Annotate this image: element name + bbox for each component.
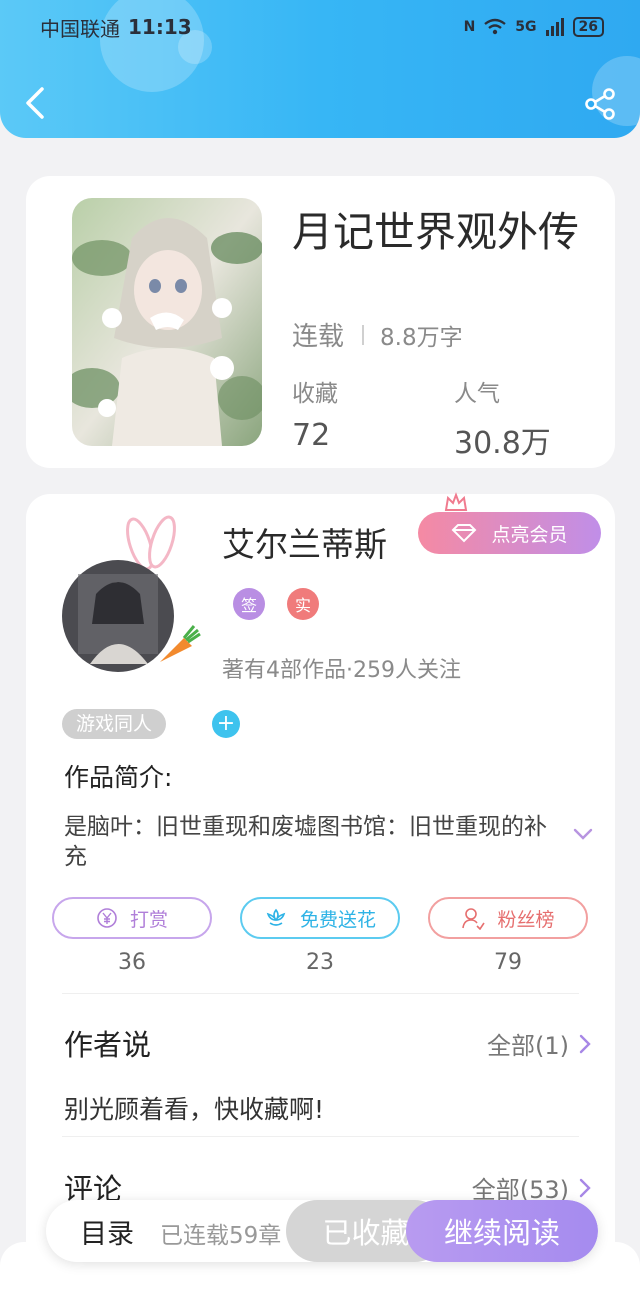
flower-icon [266, 908, 286, 926]
author-card: 艾尔兰蒂斯 点亮会员 签 实 著有4部作品·259人关注 游戏同人 + 作品简介… [26, 492, 615, 1307]
genre-tag[interactable]: 游戏同人 [62, 709, 167, 739]
divider [362, 324, 365, 345]
fans-ranking-button[interactable]: 粉丝榜 [428, 897, 588, 939]
intro-title: 作品简介: [64, 763, 173, 792]
back-icon[interactable] [22, 86, 52, 120]
author-says-title: 作者说 [64, 1028, 152, 1062]
author-says-text: 别光顾着看，快收藏啊! [64, 1095, 325, 1124]
chevron-right-icon [579, 1178, 591, 1197]
fans-count: 79 [494, 950, 522, 975]
status-icons: N 5G 26 [464, 17, 604, 37]
flower-count: 23 [306, 950, 334, 975]
tip-label: 打赏 [129, 908, 168, 931]
add-tag-button[interactable]: + [212, 710, 240, 738]
favorites-count: 72 [292, 418, 331, 453]
share-icon[interactable] [583, 88, 617, 120]
continue-reading-button[interactable]: 继续阅读 [406, 1200, 598, 1262]
wifi-icon [484, 18, 507, 35]
toc-button[interactable]: 目录 [80, 1212, 134, 1251]
vip-button[interactable]: 点亮会员 [418, 512, 601, 554]
yen-icon [97, 908, 117, 928]
divider [62, 993, 579, 994]
book-info-card: 月记世界观外传 连载 8.8万字 收藏 72 人气 30.8万 [26, 176, 615, 468]
network-type: 5G [515, 19, 537, 35]
signed-badge: 签 [233, 588, 265, 620]
nfc-icon: N [463, 19, 476, 35]
carrier-label: 中国联通 [40, 16, 120, 41]
book-cover-image[interactable] [72, 198, 262, 446]
diamond-icon [452, 524, 477, 543]
serial-status: 连载 [292, 322, 345, 352]
intro-text: 是脑叶：旧世重现和废墟图书馆：旧世重现的补充 [64, 814, 547, 870]
crown-icon [444, 492, 468, 511]
popularity-label: 人气 [454, 381, 500, 407]
author-avatar[interactable] [60, 514, 230, 674]
status-bar: 中国联通 11:13 N 5G 26 [40, 12, 604, 42]
book-title: 月记世界观外传 [292, 208, 579, 256]
verified-badge: 实 [287, 588, 319, 620]
author-name[interactable]: 艾尔兰蒂斯 [222, 518, 387, 566]
tip-count: 36 [118, 950, 146, 975]
vip-label: 点亮会员 [491, 523, 568, 546]
signal-icon [545, 18, 564, 36]
tip-button[interactable]: 打赏 [52, 897, 212, 939]
chevron-right-icon [579, 1034, 591, 1053]
send-flower-label: 免费送花 [299, 908, 376, 931]
battery-indicator: 26 [572, 17, 604, 37]
chapter-count: 已连载59章 [160, 1223, 282, 1249]
header-bar: 中国联通 11:13 N 5G 26 [0, 0, 640, 138]
book-meta: 连载 8.8万字 [292, 316, 463, 353]
bottom-action-bar: 目录 已连载59章 已收藏 继续阅读 [46, 1200, 598, 1262]
send-flower-button[interactable]: 免费送花 [240, 897, 400, 939]
clock: 11:13 [128, 15, 192, 39]
favorites-label: 收藏 [292, 381, 338, 407]
chevron-down-icon[interactable] [572, 826, 594, 842]
author-says-more-label: 全部(1) [487, 1032, 569, 1060]
author-stats: 著有4部作品·259人关注 [222, 658, 461, 683]
divider [62, 1136, 579, 1137]
author-says-more-link[interactable]: 全部(1) [487, 1026, 591, 1061]
popularity-count: 30.8万 [454, 426, 551, 461]
fans-icon [462, 908, 486, 930]
word-count: 8.8万字 [380, 324, 463, 351]
fans-ranking-label: 粉丝榜 [497, 908, 555, 931]
